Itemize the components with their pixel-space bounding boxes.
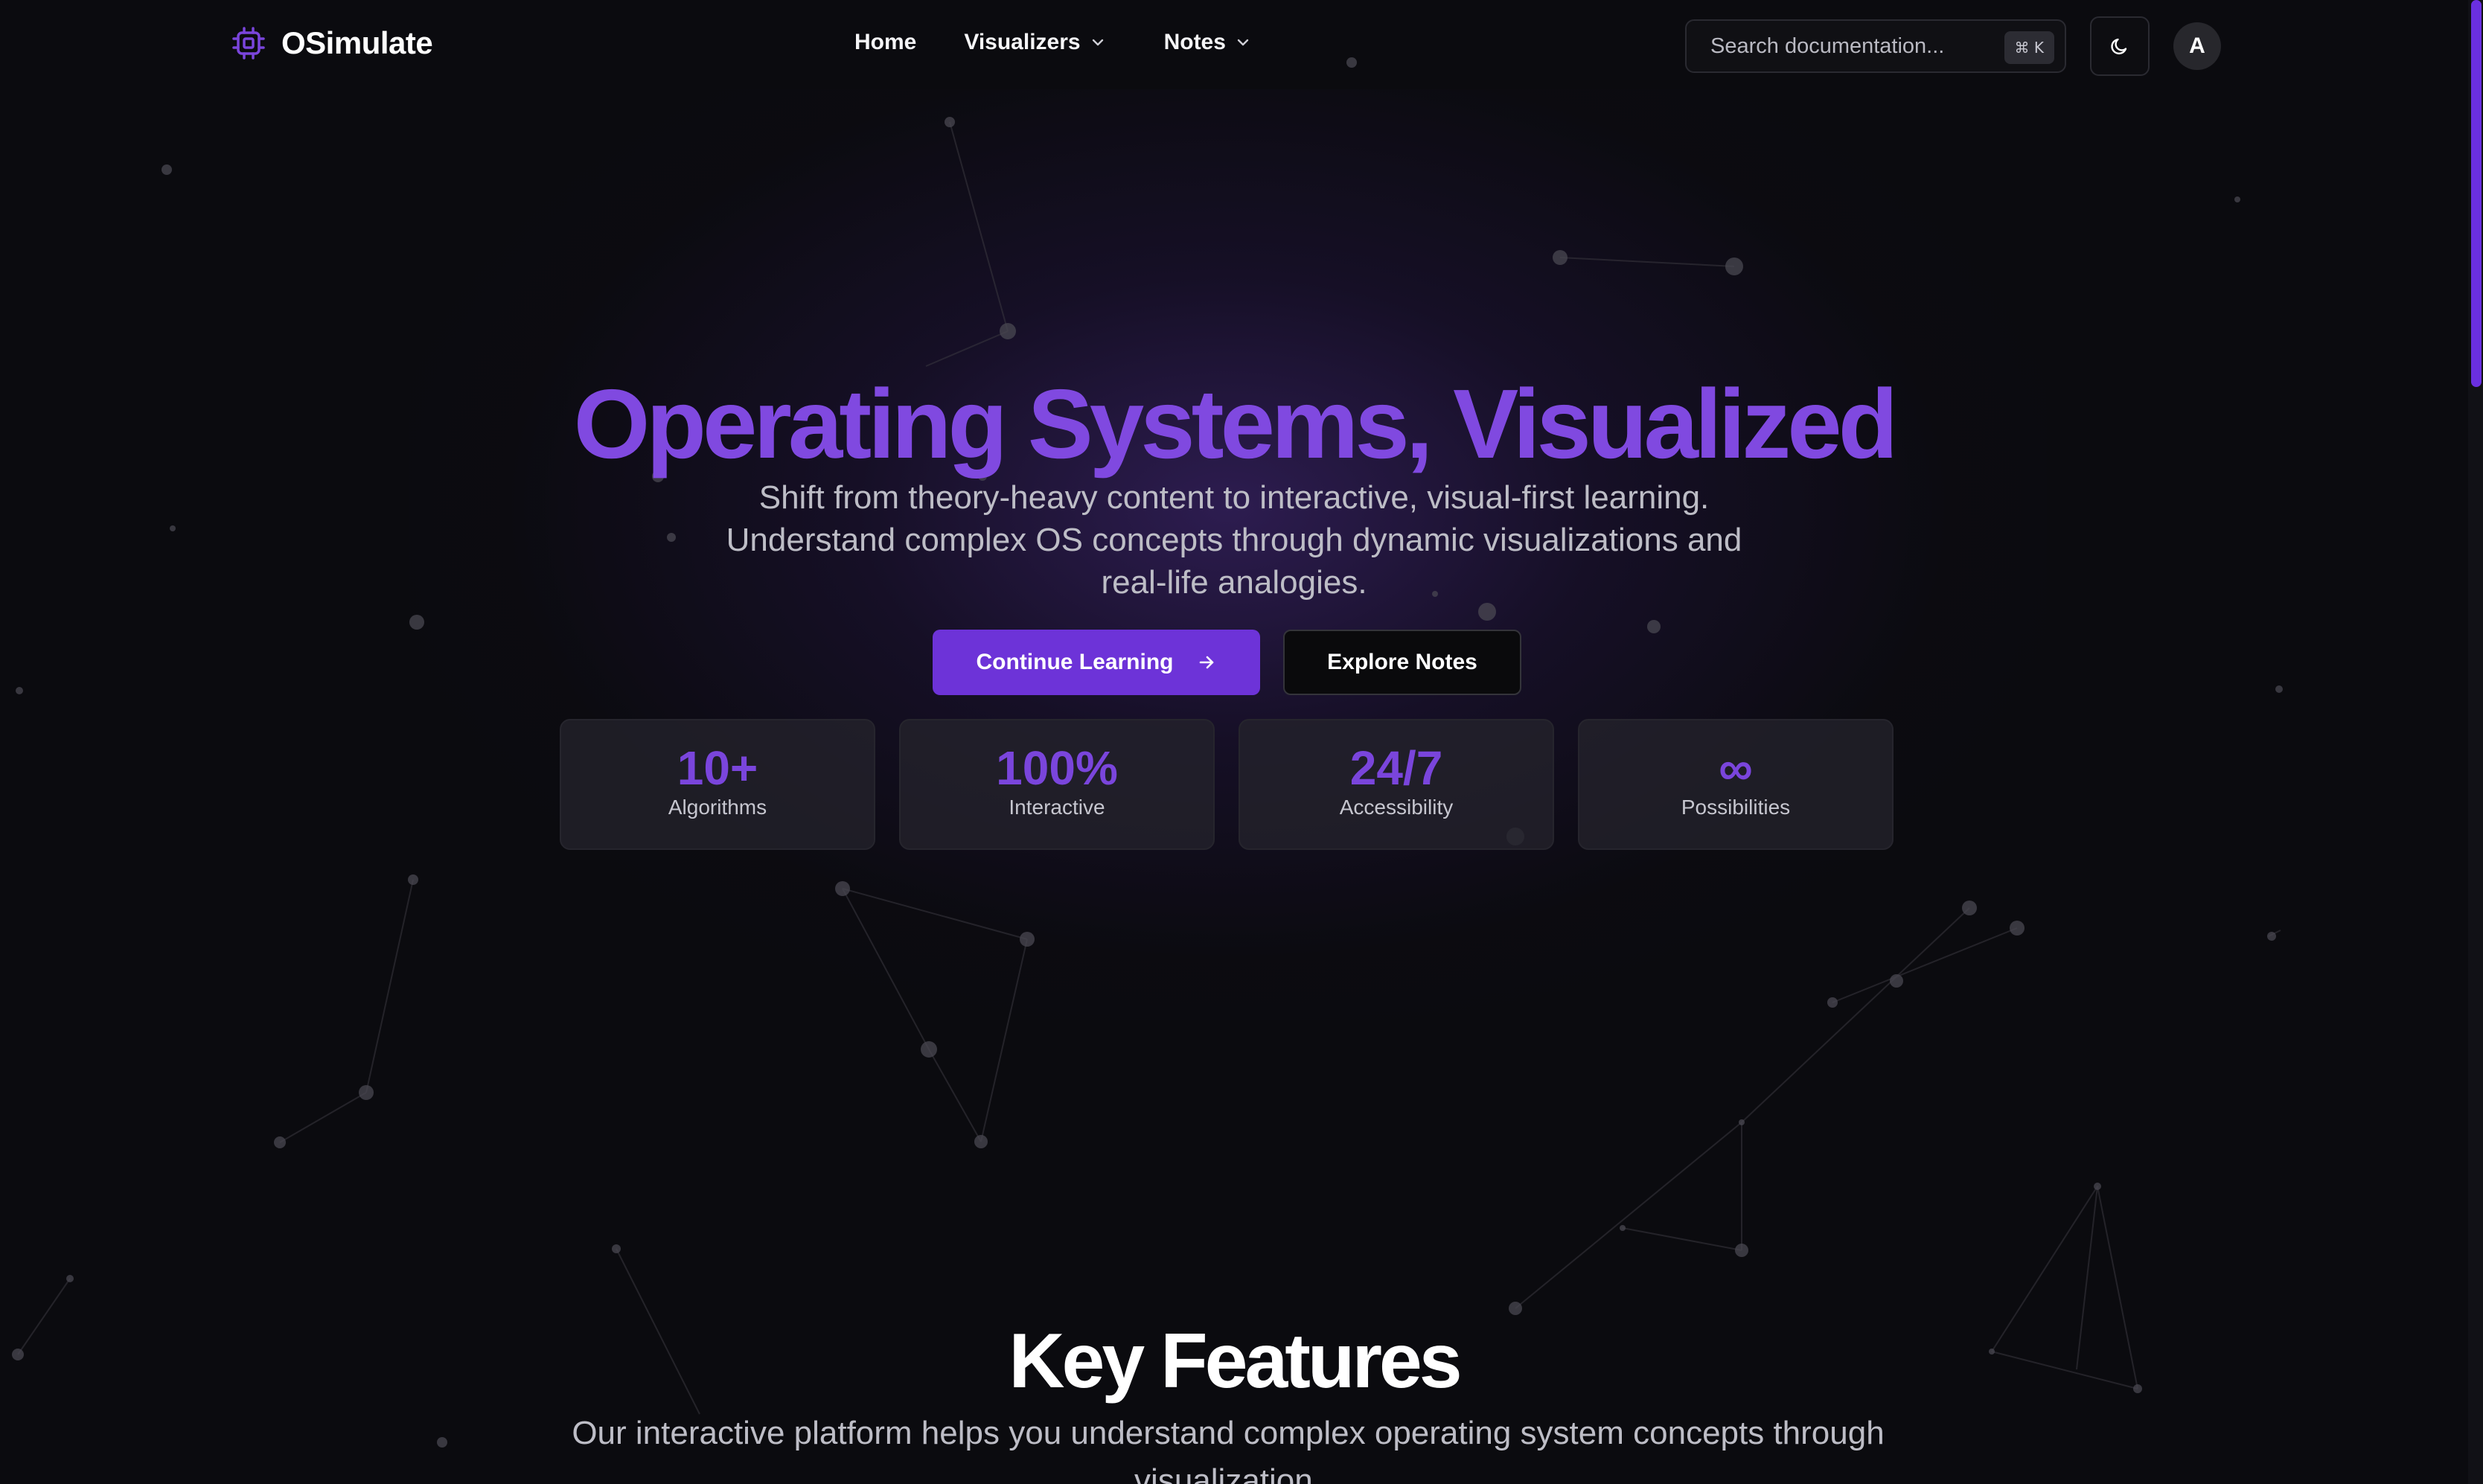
hero-subtitle-line: Shift from theory-heavy content to inter… — [758, 479, 1710, 516]
top-navbar: OSimulate Home Visualizers Notes Search … — [0, 0, 2468, 92]
theme-toggle-button[interactable] — [2090, 16, 2150, 76]
nav-notes-label: Notes — [1163, 30, 1226, 54]
main-nav: Home Visualizers Notes — [854, 30, 1251, 55]
brand-name: OSimulate — [281, 25, 433, 60]
moon-icon — [2111, 38, 2127, 55]
explore-notes-button[interactable]: Explore Notes — [1283, 630, 1521, 695]
continue-learning-button[interactable]: Continue Learning — [933, 630, 1260, 695]
stat-label: Accessibility — [1339, 796, 1454, 819]
scrollbar-thumb[interactable] — [2471, 0, 2482, 387]
search-input[interactable]: Search documentation... ⌘ K — [1685, 19, 2066, 73]
stat-card-accessibility: 24/7 Accessibility — [1239, 719, 1554, 850]
hero-title: Operating Systems, Visualized — [573, 369, 1899, 479]
hero-subtitle-line: real-life analogies. — [1101, 564, 1367, 601]
chevron-down-icon — [1237, 39, 1249, 46]
user-avatar[interactable]: A — [2173, 22, 2221, 70]
hero-subtitle-line: Understand complex OS concepts through d… — [726, 522, 1742, 558]
stat-label: Possibilities — [1681, 796, 1791, 819]
arrow-right-icon — [1199, 656, 1213, 669]
stat-label: Interactive — [1009, 796, 1105, 819]
stat-value: ∞ — [1719, 741, 1753, 795]
stat-card-interactive: 100% Interactive — [899, 719, 1215, 850]
stat-card-algorithms: 10+ Algorithms — [560, 719, 875, 850]
stat-value: 24/7 — [1349, 741, 1443, 795]
nav-home-label: Home — [854, 30, 917, 54]
stat-card-possibilities: ∞ Possibilities — [1578, 719, 1894, 850]
stat-value: 10+ — [677, 741, 758, 795]
stat-label: Algorithms — [668, 796, 767, 819]
nav-home-link[interactable]: Home — [854, 30, 916, 55]
brand-logo[interactable]: OSimulate — [231, 25, 433, 61]
cpu-chip-icon — [232, 27, 265, 60]
chevron-down-icon — [1092, 39, 1103, 46]
continue-learning-label: Continue Learning — [976, 650, 1174, 674]
key-features-heading: Key Features — [1009, 1318, 1462, 1404]
nav-visualizers-dropdown[interactable]: Visualizers — [964, 30, 1105, 55]
keyboard-shortcut-badge: ⌘ K — [2004, 31, 2054, 64]
explore-notes-label: Explore Notes — [1327, 650, 1477, 674]
hero-subtitle: Shift from theory-heavy content to inter… — [0, 476, 2468, 604]
search-placeholder: Search documentation... — [1710, 33, 1945, 58]
key-features-subtitle: Our interactive platform helps you under… — [572, 1415, 1885, 1484]
stat-value: 100% — [996, 741, 1118, 795]
nav-visualizers-label: Visualizers — [964, 30, 1081, 54]
page: OSimulate Home Visualizers Notes Search … — [0, 0, 2483, 1484]
nav-notes-dropdown[interactable]: Notes — [1164, 30, 1251, 55]
